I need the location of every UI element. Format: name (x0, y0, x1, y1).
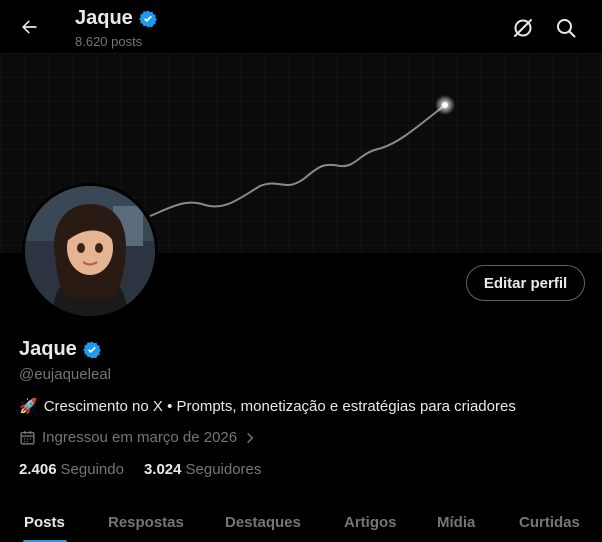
following-count: 2.406 (19, 461, 57, 478)
avatar-image (25, 186, 155, 316)
profile-bio: 🚀 Crescimento no X • Prompts, monetizaçã… (19, 397, 516, 416)
follow-stats: 2.406 Seguindo 3.024 Seguidores (19, 461, 261, 478)
bio-text: Crescimento no X • Prompts, monetização … (43, 397, 516, 415)
tab-likes[interactable]: Curtidas (519, 514, 580, 531)
back-button[interactable] (14, 12, 44, 42)
avatar[interactable] (22, 183, 158, 319)
followers-label: Seguidores (185, 461, 262, 478)
rocket-emoji: 🚀 (19, 398, 38, 415)
followers-count: 3.024 (143, 461, 182, 478)
edit-profile-button[interactable]: Editar perfil (466, 265, 585, 301)
header-name-row: Jaque (75, 7, 158, 30)
chevron-right-icon (247, 432, 254, 443)
profile-name-row: Jaque (19, 338, 102, 361)
tab-posts[interactable]: Posts (24, 514, 65, 531)
tab-articles[interactable]: Artigos (344, 514, 397, 531)
header-post-count: 8.620 posts (75, 34, 143, 49)
following-link[interactable]: 2.406 Seguindo (19, 461, 124, 478)
joined-date[interactable]: Ingressou em março de 2026 (19, 429, 257, 446)
search-icon[interactable] (554, 16, 578, 40)
arrow-left-icon (22, 20, 37, 34)
grok-icon[interactable] (511, 16, 535, 40)
profile-tabs: Posts Respostas Destaques Artigos Mídia … (0, 502, 602, 542)
followers-link[interactable]: 3.024 Seguidores (144, 461, 261, 478)
verified-badge-icon (138, 10, 157, 27)
tab-media[interactable]: Mídia (437, 514, 475, 531)
header-name: Jaque (75, 7, 133, 29)
verified-badge-icon[interactable] (82, 340, 102, 360)
tab-highlights[interactable]: Destaques (225, 514, 301, 531)
profile-name: Jaque (19, 338, 77, 360)
tab-replies[interactable]: Respostas (108, 514, 184, 531)
joined-text: Ingressou em março de 2026 (42, 429, 238, 446)
profile-handle: @eujaqueleal (19, 366, 111, 383)
top-bar: Jaque 8.620 posts (0, 0, 602, 53)
following-label: Seguindo (60, 461, 124, 478)
calendar-icon (20, 431, 35, 445)
